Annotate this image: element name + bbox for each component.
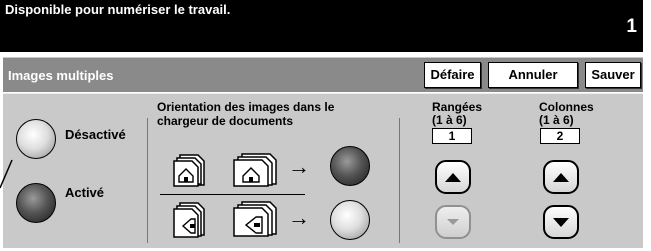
arrow-up-icon xyxy=(445,173,461,182)
off-radio[interactable] xyxy=(16,119,56,159)
divider xyxy=(147,118,148,243)
off-label: Désactivé xyxy=(65,127,126,142)
on-label: Activé xyxy=(65,185,105,200)
save-button[interactable]: Sauver xyxy=(585,62,641,88)
columns-range: (1 à 6) xyxy=(539,113,574,127)
orientation-divider xyxy=(160,194,305,195)
landscape-document-icon xyxy=(173,202,205,238)
page-title: Images multiples xyxy=(8,68,114,83)
status-bar: Disponible pour numériser le travail. 1 xyxy=(0,0,643,52)
callout-pointer-line xyxy=(0,159,13,189)
arrow-down-icon xyxy=(447,219,459,225)
columns-value: 2 xyxy=(540,128,580,144)
orientation-arrow: → xyxy=(288,205,310,230)
screen: Disponible pour numériser le travail. 1 … xyxy=(0,0,651,251)
arrow-up-icon xyxy=(553,173,569,182)
orientation-arrow: → xyxy=(288,154,310,179)
portrait-document-icon xyxy=(233,153,277,187)
columns-up-button[interactable] xyxy=(543,160,579,194)
on-radio[interactable] xyxy=(16,183,56,223)
rows-value: 1 xyxy=(432,128,472,144)
rows-up-button[interactable] xyxy=(435,160,471,194)
landscape-document-icon xyxy=(233,201,277,237)
orientation-title-line1: Orientation des images dans le xyxy=(157,100,335,114)
rows-down-button[interactable] xyxy=(435,205,471,239)
arrow-down-icon xyxy=(553,218,569,227)
undo-button[interactable]: Défaire xyxy=(424,62,481,88)
portrait-orientation-radio[interactable] xyxy=(330,146,370,186)
status-message: Disponible pour numériser le travail. xyxy=(5,2,231,17)
columns-down-button[interactable] xyxy=(543,205,579,239)
landscape-orientation-radio[interactable] xyxy=(330,200,370,240)
cancel-button[interactable]: Annuler xyxy=(488,62,578,88)
job-count: 1 xyxy=(626,16,637,37)
portrait-document-icon xyxy=(173,154,205,187)
orientation-title-line2: chargeur de documents xyxy=(157,114,294,128)
title-bar: Images multiples Défaire Annuler Sauver xyxy=(3,57,643,92)
rows-range: (1 à 6) xyxy=(432,113,467,127)
divider xyxy=(399,118,400,243)
